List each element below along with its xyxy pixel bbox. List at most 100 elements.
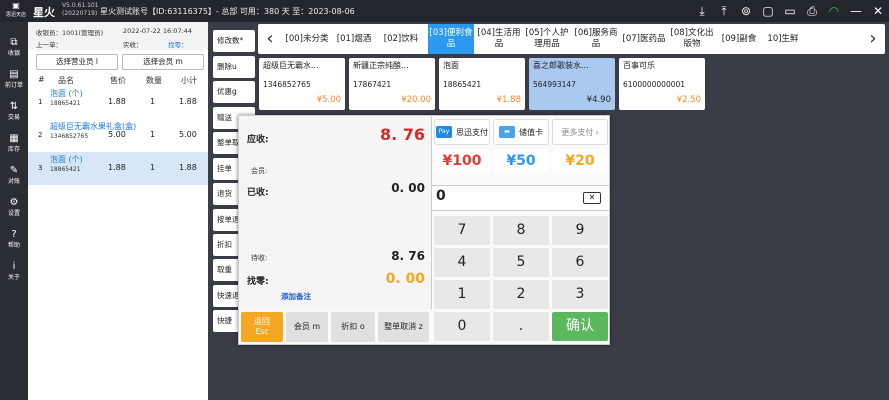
key-8[interactable]: 8 bbox=[493, 216, 549, 245]
category-tab-active[interactable]: [03]便利食品 bbox=[428, 24, 474, 54]
sidebar-item-help[interactable]: ? 帮助 bbox=[0, 226, 28, 256]
row-price: 5.00 bbox=[108, 130, 126, 139]
sidebar-item-inventory[interactable]: ▦ 库存 bbox=[0, 130, 28, 160]
scanner-icon[interactable]: ⊚ bbox=[735, 0, 757, 22]
discount-button[interactable]: 折扣 o bbox=[331, 312, 375, 342]
row-barcode: 18865421 bbox=[50, 100, 81, 107]
row-index: 2 bbox=[38, 131, 43, 139]
last-order-label: 上一单： bbox=[36, 41, 62, 49]
row-price: 1.88 bbox=[108, 97, 126, 106]
help-icon: ? bbox=[11, 229, 17, 240]
upload-icon[interactable]: ⤒ bbox=[713, 0, 735, 22]
product-code: 17867421 bbox=[353, 80, 392, 89]
key-9[interactable]: 9 bbox=[552, 216, 608, 245]
chevron-right-icon[interactable]: › bbox=[863, 24, 883, 54]
key-6[interactable]: 6 bbox=[552, 248, 608, 277]
app-name: 星火 bbox=[33, 6, 55, 19]
category-tab[interactable]: [04]生活用品 bbox=[476, 24, 522, 54]
more-payment-button[interactable]: 更多支付 › bbox=[552, 119, 608, 145]
sidebar-item-orders[interactable]: ▤ 前订单 bbox=[0, 66, 28, 96]
category-tab[interactable]: [08]文化出版物 bbox=[668, 24, 716, 54]
sidebar: ⧉ 收银 ▤ 前订单 ⇅ 交易 ▦ 库存 ✎ 对账 ⚙ 设置 ? 帮助 i 关于 bbox=[0, 22, 28, 400]
key-2[interactable]: 2 bbox=[493, 280, 549, 309]
select-member-button[interactable]: 选择会员 m bbox=[122, 54, 204, 70]
key-3[interactable]: 3 bbox=[552, 280, 608, 309]
category-bar: ‹ [00]未分类 [01]烟酒 [02]饮料 [03]便利食品 [04]生活用… bbox=[258, 24, 885, 54]
col-qty: 数量 bbox=[146, 76, 162, 85]
delete-button[interactable]: 删除u bbox=[213, 56, 255, 78]
col-index: # bbox=[38, 75, 45, 84]
cash-50-button[interactable]: ¥50 bbox=[493, 149, 549, 173]
product-card[interactable]: 百事可乐 6100000000001 ¥2.50 bbox=[619, 58, 705, 110]
col-name: 品名 bbox=[58, 76, 74, 85]
col-subtotal: 小计 bbox=[181, 76, 197, 85]
title-bar: ▣ 思迅天店 星火 V5.0.61.101 (20220719) 星火测试账号【ID… bbox=[0, 0, 889, 22]
table-row[interactable]: 1 泡面 (个) 18865421 1.88 1 1.88 bbox=[28, 86, 208, 119]
cash-100-button[interactable]: ¥100 bbox=[434, 149, 490, 173]
product-name: 喜之郎歌装水... bbox=[533, 61, 589, 70]
cash-20-button[interactable]: ¥20 bbox=[552, 149, 608, 173]
row-qty: 1 bbox=[150, 97, 156, 106]
download-icon[interactable]: ⤓ bbox=[691, 0, 713, 22]
sidebar-item-about[interactable]: i 关于 bbox=[0, 258, 28, 288]
minimize-icon[interactable]: — bbox=[845, 0, 867, 22]
close-icon[interactable]: ✕ bbox=[867, 0, 889, 22]
chevron-right-icon: › bbox=[595, 127, 599, 137]
category-tab[interactable]: [02]饮料 bbox=[376, 24, 426, 54]
category-tab[interactable]: [09]副食 bbox=[718, 24, 760, 54]
print-icon[interactable]: ⎙ bbox=[801, 0, 823, 22]
chevron-left-icon[interactable]: ‹ bbox=[260, 24, 280, 54]
category-tab[interactable]: [01]烟酒 bbox=[334, 24, 374, 54]
confirm-button[interactable]: 确认 bbox=[552, 312, 608, 341]
product-name: 新疆正宗纯酿... bbox=[353, 61, 409, 70]
clipboard-icon[interactable]: ▭ bbox=[779, 0, 801, 22]
key-5[interactable]: 5 bbox=[493, 248, 549, 277]
lock-icon[interactable]: ▢ bbox=[757, 0, 779, 22]
amount-input[interactable]: 0 ✕ bbox=[432, 185, 609, 211]
checkout-actions: 返回 Esc 会员 m 折扣 o 整单取消 z bbox=[239, 312, 432, 342]
table-row[interactable]: 3 泡面 (个) 18865421 1.88 1 1.88 bbox=[28, 152, 208, 185]
product-code: 1346852765 bbox=[263, 80, 311, 89]
return-text: 返回 bbox=[254, 317, 270, 326]
table-row[interactable]: 2 超级巨无霸水果礼盒(盒) 1346852765 5.00 1 5.00 bbox=[28, 119, 208, 152]
key-1[interactable]: 1 bbox=[434, 280, 490, 309]
member-button[interactable]: 会员 m bbox=[286, 312, 328, 342]
due-value: 8. 76 bbox=[379, 125, 425, 144]
product-price: ¥2.50 bbox=[676, 95, 701, 105]
stored-value-card-button[interactable]: ▬ 储值卡 bbox=[493, 119, 549, 145]
key-4[interactable]: 4 bbox=[434, 248, 490, 277]
category-tab[interactable]: 10]生鲜 bbox=[762, 24, 804, 54]
product-card[interactable]: 超级巨无霸水... 1346852765 ¥5.00 bbox=[259, 58, 345, 110]
product-card[interactable]: 新疆正宗纯酿... 17867421 ¥20.00 bbox=[349, 58, 435, 110]
category-tab[interactable]: [05]个人护理用品 bbox=[524, 24, 570, 54]
sidebar-item-trade[interactable]: ⇅ 交易 bbox=[0, 98, 28, 128]
sixun-pay-button[interactable]: Pay 思迅支付 bbox=[434, 119, 490, 145]
product-card-selected[interactable]: 喜之郎歌装水... 564993147 ¥4.90 bbox=[529, 58, 615, 110]
product-code: 564993147 bbox=[533, 80, 576, 89]
checkout-dialog: 应收: 8. 76 会员: 已收: 0. 00 待收: 8. 76 找零: 0.… bbox=[238, 115, 610, 345]
discount-button[interactable]: 优惠g bbox=[213, 81, 255, 103]
title-bar-actions: ⤓ ⤒ ⊚ ▢ ▭ ⎙ ◠ — ✕ bbox=[691, 0, 889, 22]
select-salesman-button[interactable]: 选择营业员 l bbox=[36, 54, 118, 70]
category-tab[interactable]: [06]服务商品 bbox=[572, 24, 620, 54]
category-tab[interactable]: [00]未分类 bbox=[282, 24, 332, 54]
key-dot[interactable]: . bbox=[493, 312, 549, 341]
key-0[interactable]: 0 bbox=[434, 312, 490, 341]
key-7[interactable]: 7 bbox=[434, 216, 490, 245]
modify-qty-button[interactable]: 修改数* bbox=[213, 30, 255, 52]
row-barcode: 18865421 bbox=[50, 166, 81, 173]
product-card[interactable]: 泡面 18865421 ¥1.88 bbox=[439, 58, 525, 110]
sidebar-item-cashier[interactable]: ⧉ 收银 bbox=[0, 34, 28, 64]
sidebar-item-reconcile[interactable]: ✎ 对账 bbox=[0, 162, 28, 192]
return-esc-button[interactable]: 返回 Esc bbox=[241, 312, 283, 342]
reconcile-icon: ✎ bbox=[9, 165, 19, 176]
product-price: ¥1.88 bbox=[496, 95, 521, 105]
add-note-link[interactable]: 添加备注 bbox=[281, 291, 311, 302]
sidebar-item-label: 设置 bbox=[7, 210, 20, 217]
cancel-order-button[interactable]: 整单取消 z bbox=[378, 312, 429, 342]
sidebar-item-label: 帮助 bbox=[7, 242, 20, 249]
checkout-summary: 应收: 8. 76 会员: 已收: 0. 00 待收: 8. 76 找零: 0.… bbox=[239, 116, 432, 309]
sidebar-item-settings[interactable]: ⚙ 设置 bbox=[0, 194, 28, 224]
backspace-icon[interactable]: ✕ bbox=[583, 192, 601, 204]
category-tab[interactable]: [07]医药品 bbox=[622, 24, 666, 54]
